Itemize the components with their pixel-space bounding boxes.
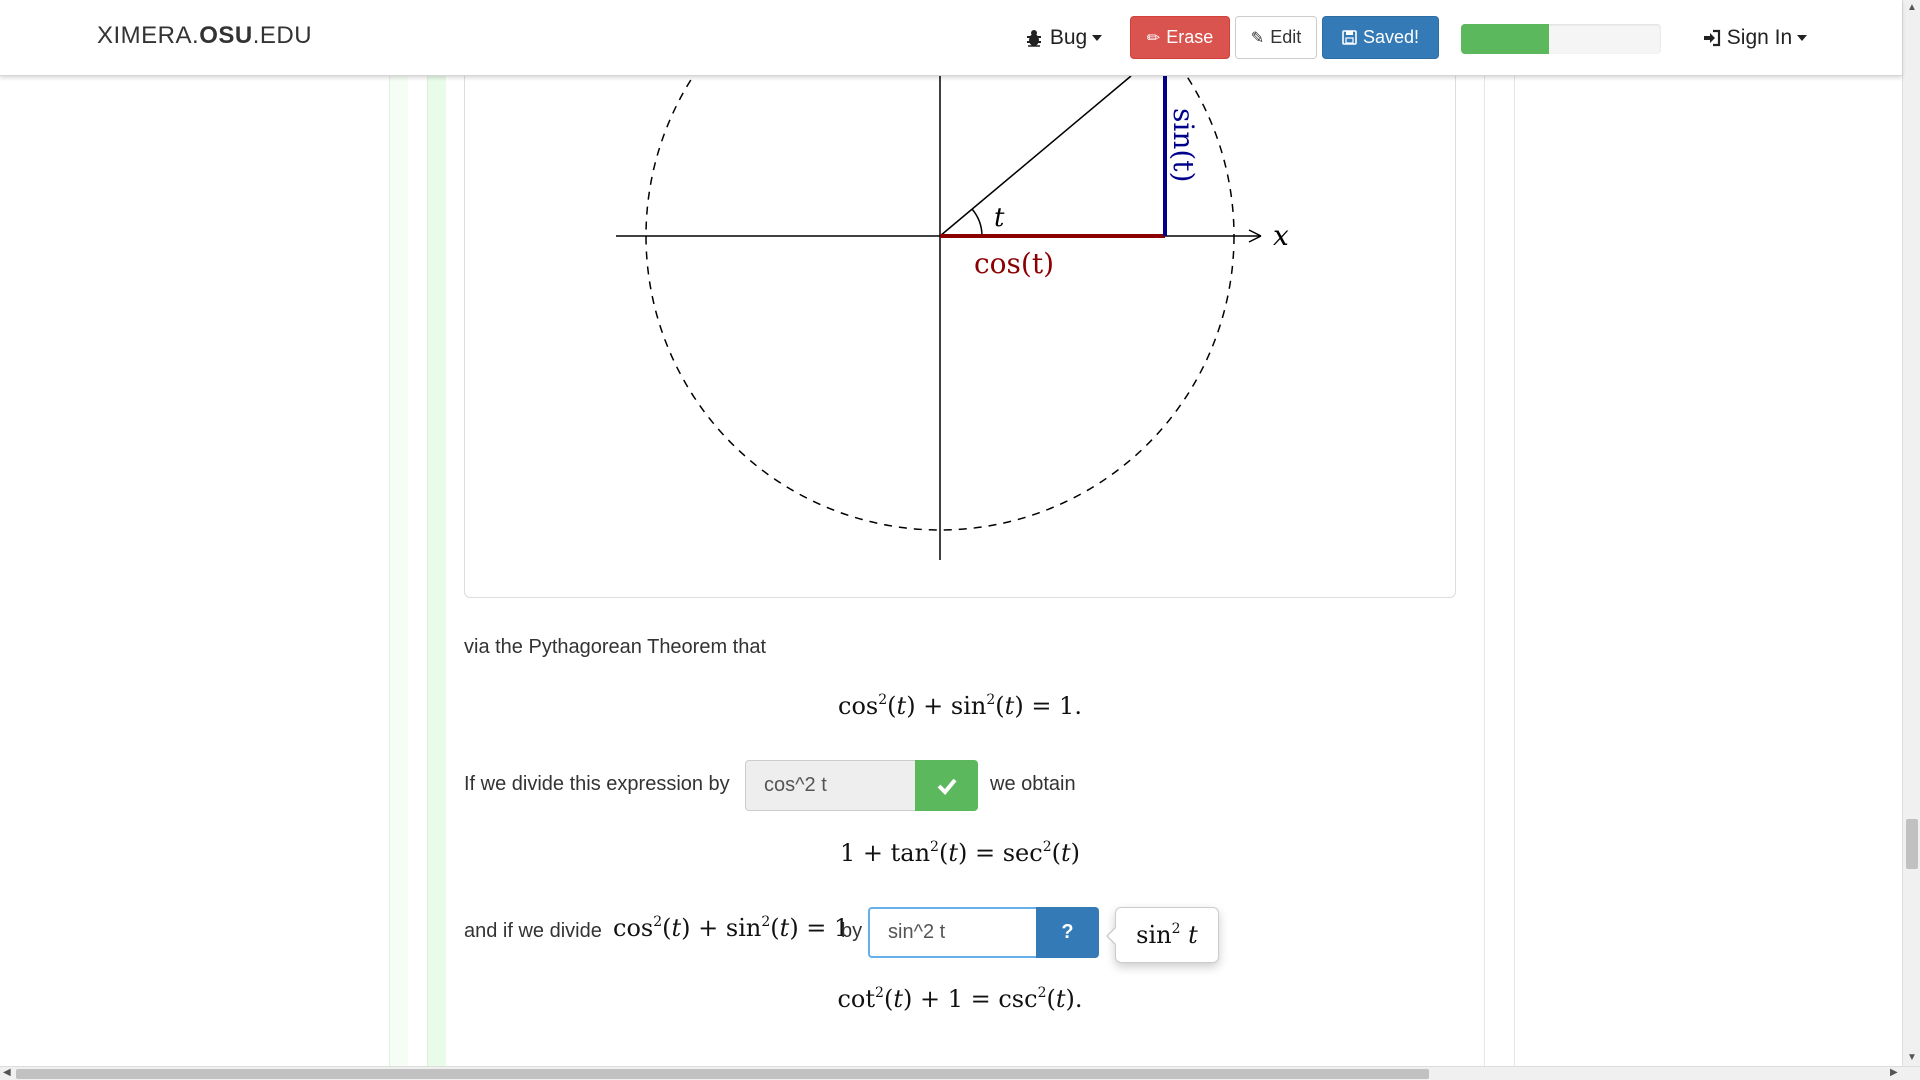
saved-button[interactable]: Saved! [1322, 16, 1439, 59]
chevron-down-icon [1092, 34, 1103, 41]
answer-group-correct: cos^2 t [745, 760, 978, 811]
pencil-icon: ✎ [1250, 29, 1265, 47]
text-paragraph: via the Pythagorean Theorem that [464, 636, 767, 658]
content-border [1484, 76, 1485, 1066]
checkmark-icon [937, 778, 957, 795]
angle-label: t [994, 203, 1005, 233]
text-paragraph: and if we divide [464, 920, 602, 942]
tangent-secant-identity-equation: 1 + tan2(t) = sec2(t) [839, 839, 1081, 867]
text-paragraph: by [841, 920, 863, 942]
answer-input-2[interactable]: sin^2 t [868, 907, 1036, 958]
sign-in-icon [1703, 29, 1720, 46]
math-preview: sin2 t [1136, 921, 1198, 949]
saved-label: Saved! [1362, 27, 1420, 47]
sin-label: sin(t) [1167, 108, 1200, 182]
unit-circle-figure: x t cos(t) sin(t) [616, 40, 1289, 560]
text-paragraph: we obtain [990, 773, 1076, 795]
math-preview-popover: sin2 t [1106, 907, 1219, 963]
site-brand[interactable]: XIMERA.OSU.EDU [97, 22, 312, 50]
pythagorean-identity-equation: cos2(t) + sin2(t) = 1. [838, 692, 1082, 720]
right-gutter-line [1514, 76, 1515, 1066]
horizontal-scroll-thumb[interactable] [16, 1069, 1429, 1079]
edit-button[interactable]: ✎ Edit [1235, 16, 1317, 59]
cotangent-cosecant-identity-equation: cot2(t) + 1 = csc2(t). [837, 985, 1083, 1013]
bug-label: Bug [1049, 25, 1088, 49]
radius-line [939, 75, 1132, 237]
scroll-down-arrow-icon[interactable]: ▼ [1907, 1052, 1917, 1063]
inline-identity-equation: cos2(t) + sin2(t) = 1 [613, 914, 850, 942]
angle-arc [971, 208, 983, 237]
floppy-disk-icon [1342, 30, 1357, 45]
scroll-left-arrow-icon[interactable]: ◀ [3, 1067, 11, 1078]
brand-prefix: XIMERA. [97, 22, 200, 49]
x-axis-label: x [1273, 219, 1289, 252]
brand-suffix: .EDU [252, 22, 313, 49]
answer-group-active: sin^2 t ? [868, 907, 1099, 958]
progress-fill [1461, 24, 1549, 54]
page: XIMERA.OSU.EDU Bug ✏ Erase ✎ Edit Saved!… [0, 0, 1920, 1080]
scroll-up-arrow-icon[interactable]: ▲ [1907, 2, 1917, 13]
edit-label: Edit [1270, 27, 1302, 47]
check-answer-button[interactable] [915, 760, 978, 811]
chevron-down-icon [1797, 34, 1808, 41]
vertical-scrollbar[interactable]: ▲ ▼ [1902, 0, 1920, 1066]
erase-button[interactable]: ✏ Erase [1130, 16, 1230, 59]
top-navbar: XIMERA.OSU.EDU Bug ✏ Erase ✎ Edit Saved!… [0, 0, 1902, 76]
answer-input-1[interactable]: cos^2 t [745, 760, 915, 811]
horizontal-scrollbar[interactable]: ◀ ▶ [0, 1066, 1920, 1080]
sign-in-menu-button[interactable]: Sign In [1700, 16, 1810, 59]
brand-bold: OSU [199, 22, 253, 49]
erase-label: Erase [1166, 27, 1214, 47]
eraser-icon: ✏ [1146, 29, 1161, 47]
left-gutter-strip [389, 76, 408, 1066]
progress-bar [1461, 24, 1661, 54]
help-button[interactable]: ? [1036, 907, 1099, 958]
text-paragraph: If we divide this expression by [464, 773, 730, 795]
popover-arrow [1106, 926, 1117, 946]
vertical-scroll-thumb[interactable] [1906, 819, 1918, 869]
cos-label: cos(t) [974, 247, 1054, 280]
scroll-right-arrow-icon[interactable]: ▶ [1890, 1067, 1898, 1078]
left-progress-strip [427, 76, 446, 1066]
bug-menu-button[interactable]: Bug [1018, 16, 1108, 59]
sign-in-label: Sign In [1726, 25, 1793, 49]
bug-icon [1026, 29, 1041, 47]
